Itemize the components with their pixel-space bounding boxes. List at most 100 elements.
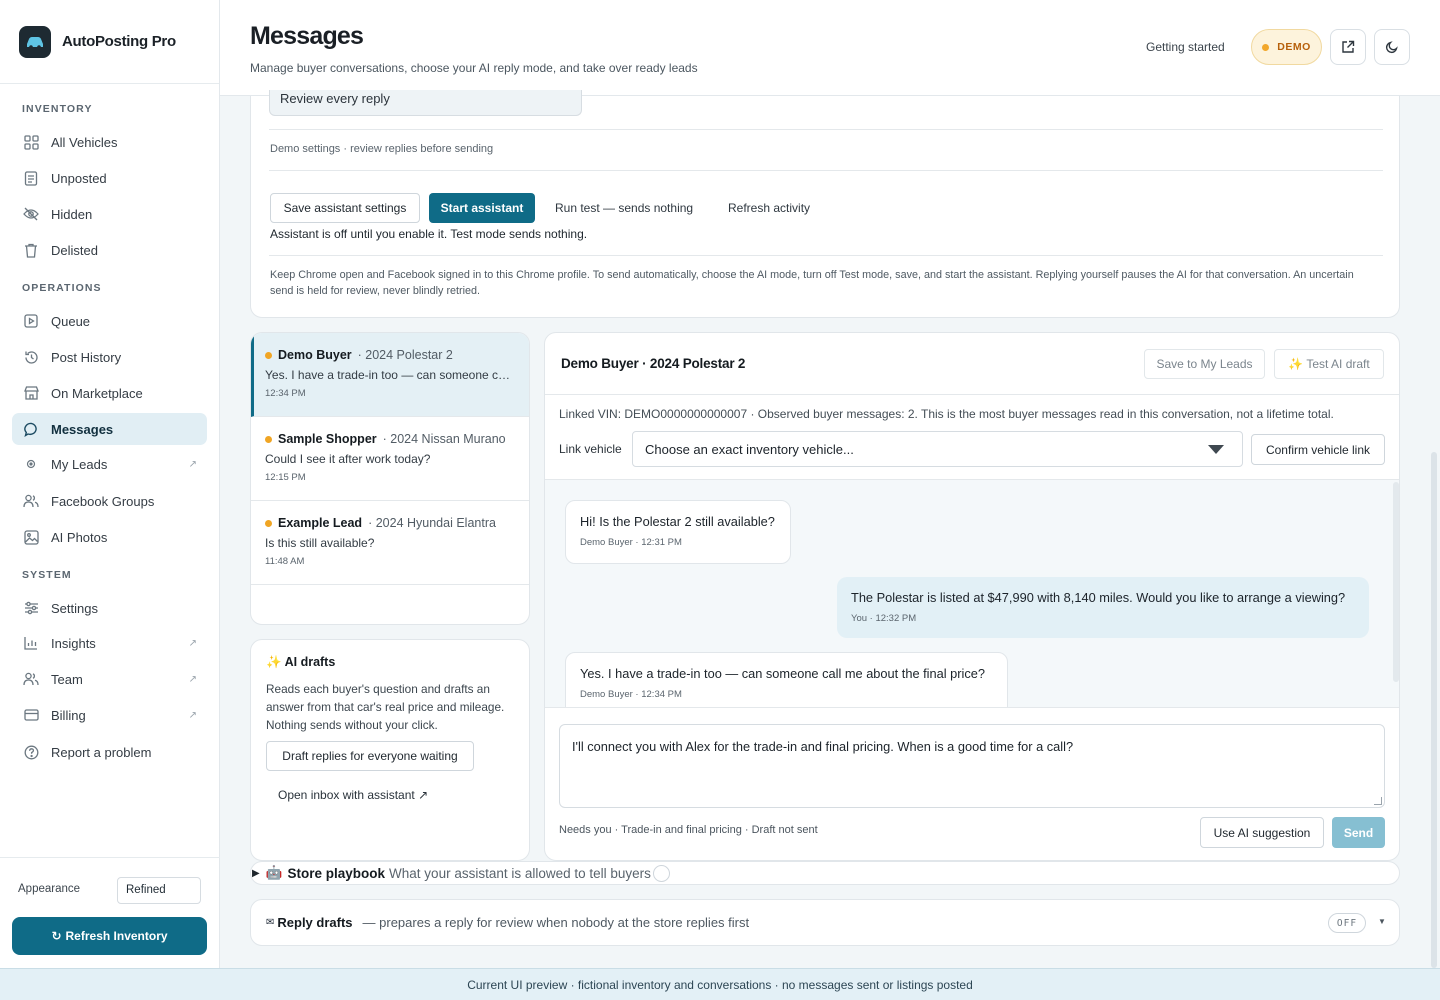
message-bubble-incoming: Hi! Is the Polestar 2 still available? D…	[565, 500, 791, 564]
sidebar-item-delisted[interactable]: Delisted	[12, 234, 207, 266]
confirm-vehicle-link-button[interactable]: Confirm vehicle link	[1251, 434, 1385, 465]
appearance-select[interactable]: Refined	[117, 877, 201, 904]
reply-drafts-row[interactable]: ✉ Reply drafts — prepares a reply for re…	[250, 899, 1400, 946]
demo-badge-label: DEMO	[1277, 41, 1311, 53]
sidebar-item-label: My Leads	[51, 456, 108, 472]
message-preview: Could I see it after work today?	[265, 452, 431, 466]
play-square-icon	[22, 312, 40, 330]
message-bubble-outgoing: The Polestar is listed at $47,990 with 8…	[837, 577, 1369, 638]
vehicle-select[interactable]: Choose an exact inventory vehicle...	[632, 431, 1243, 467]
conversation-item[interactable]: Sample Shopper · 2024 Nissan Murano Coul…	[251, 417, 529, 501]
sidebar-item-report-problem[interactable]: Report a problem	[12, 736, 207, 768]
sliders-icon	[22, 599, 40, 617]
open-external-button[interactable]	[1330, 29, 1366, 65]
sidebar-item-label: Unposted	[51, 170, 107, 186]
brand-name: AutoPosting Pro	[62, 33, 176, 50]
reply-drafts-description: — prepares a reply for review when nobod…	[362, 915, 750, 930]
brand[interactable]: AutoPosting Pro	[0, 0, 219, 84]
divider	[269, 255, 1383, 256]
sidebar-item-queue[interactable]: Queue	[12, 305, 207, 337]
unread-dot-icon	[265, 519, 272, 527]
save-assistant-settings-button[interactable]: Save assistant settings	[270, 193, 420, 223]
sidebar-item-billing[interactable]: Billing ↗	[12, 699, 207, 731]
demo-badge[interactable]: DEMO	[1251, 29, 1322, 65]
sidebar-item-on-marketplace[interactable]: On Marketplace	[12, 377, 207, 409]
buyer-name: Example Lead	[278, 516, 363, 530]
moon-icon	[1385, 41, 1398, 54]
playbook-description: What your assistant is allowed to tell b…	[389, 865, 651, 881]
refresh-activity-button[interactable]: Refresh activity	[728, 193, 810, 223]
grid-icon	[22, 133, 40, 151]
chevron-down-icon	[1208, 445, 1224, 454]
message-thread[interactable]: Hi! Is the Polestar 2 still available? D…	[545, 479, 1399, 708]
reply-composer[interactable]: I'll connect you with Alex for the trade…	[559, 724, 1385, 808]
composer-text: I'll connect you with Alex for the trade…	[572, 739, 1074, 754]
sidebar-item-all-vehicles[interactable]: All Vehicles	[12, 126, 207, 158]
sidebar-item-ai-photos[interactable]: AI Photos	[12, 521, 207, 553]
sidebar-item-insights[interactable]: Insights ↗	[12, 627, 207, 659]
help-circle-icon	[22, 743, 40, 761]
users-icon	[22, 492, 40, 510]
playbook-title: Store playbook	[287, 865, 386, 881]
open-inbox-link[interactable]: Open inbox with assistant ↗	[278, 788, 428, 802]
external-link-icon: ↗	[188, 673, 197, 685]
use-ai-suggestion-button[interactable]: Use AI suggestion	[1200, 817, 1324, 848]
conversation-item[interactable]: Example Lead · 2024 Hyundai Elantra Is t…	[251, 501, 529, 585]
playbook-toggle[interactable]	[652, 864, 670, 882]
send-button[interactable]: Send	[1332, 817, 1385, 848]
reply-drafts-toggle[interactable]: OFF	[1328, 913, 1366, 933]
vehicle-label: · 2024 Nissan Murano	[382, 432, 506, 446]
page-title: Messages	[250, 22, 364, 50]
sidebar-item-my-leads[interactable]: My Leads ↗	[12, 448, 207, 480]
refresh-inventory-button[interactable]: ↻ Refresh Inventory	[12, 917, 207, 955]
sidebar-item-label: All Vehicles	[51, 134, 118, 150]
test-ai-draft-button[interactable]: ✨ Test AI draft	[1274, 349, 1384, 379]
thread-scrollbar[interactable]	[1393, 482, 1399, 682]
start-assistant-button[interactable]: Start assistant	[429, 193, 535, 223]
vehicle-label: · 2024 Polestar 2	[357, 348, 453, 362]
run-test-button[interactable]: Run test — sends nothing	[555, 193, 693, 223]
unread-dot-icon	[265, 435, 272, 443]
ai-drafts-card: ✨ AI drafts Reads each buyer's question …	[250, 639, 530, 861]
sidebar-item-facebook-groups[interactable]: Facebook Groups	[12, 485, 207, 517]
message-preview: Is this still available?	[265, 536, 375, 550]
page-scrollbar[interactable]	[1431, 452, 1437, 968]
chevron-down-icon[interactable]: ▼	[1378, 917, 1386, 926]
getting-started-link[interactable]: Getting started	[1146, 40, 1225, 54]
target-icon	[22, 455, 40, 473]
conversation-list: Demo Buyer · 2024 Polestar 2 Yes. I have…	[250, 332, 530, 625]
conversation-item[interactable]: Demo Buyer · 2024 Polestar 2 Yes. I have…	[251, 333, 529, 417]
sidebar-item-label: Delisted	[51, 242, 98, 258]
link-vehicle-label: Link vehicle	[559, 442, 622, 456]
sidebar: AutoPosting Pro INVENTORY All Vehicles U…	[0, 0, 220, 968]
dark-mode-toggle[interactable]	[1374, 29, 1410, 65]
sidebar-item-label: AI Photos	[51, 529, 108, 545]
sidebar-item-hidden[interactable]: Hidden	[12, 198, 207, 230]
sidebar-item-settings[interactable]: Settings	[12, 592, 207, 624]
composer-status: Needs you · Trade-in and final pricing ·…	[559, 824, 818, 836]
store-playbook-row[interactable]: ▶ 🤖 Store playbook What your assistant i…	[250, 861, 1400, 885]
divider	[269, 129, 1383, 130]
chat-bubble-icon	[22, 420, 40, 438]
sidebar-item-label: Queue	[51, 313, 91, 329]
sidebar-item-messages[interactable]: Messages	[12, 413, 207, 445]
sidebar-item-team[interactable]: Team ↗	[12, 663, 207, 695]
disclosure-triangle-icon[interactable]: ▶	[252, 868, 260, 879]
car-logo-icon	[19, 25, 51, 58]
message-time: 12:15 PM	[265, 472, 306, 483]
vehicle-label: · 2024 Hyundai Elantra	[368, 516, 496, 530]
team-icon	[22, 670, 40, 688]
sidebar-item-label: Report a problem	[51, 744, 152, 760]
trash-icon	[22, 241, 40, 259]
vehicle-select-value: Choose an exact inventory vehicle...	[645, 441, 854, 457]
sidebar-item-post-history[interactable]: Post History	[12, 341, 207, 373]
reply-mode-select[interactable]: Review every reply	[269, 90, 582, 116]
divider	[545, 394, 1399, 395]
assistant-settings-panel: Review every reply Demo settings · revie…	[250, 90, 1400, 318]
sparkle-icon: ✨	[266, 655, 282, 669]
resize-handle-icon[interactable]	[1374, 797, 1382, 805]
sidebar-item-unposted[interactable]: Unposted	[12, 162, 207, 194]
sidebar-item-label: Post History	[51, 349, 122, 365]
draft-replies-button[interactable]: Draft replies for everyone waiting	[266, 741, 474, 771]
save-to-leads-button[interactable]: Save to My Leads	[1144, 349, 1265, 379]
